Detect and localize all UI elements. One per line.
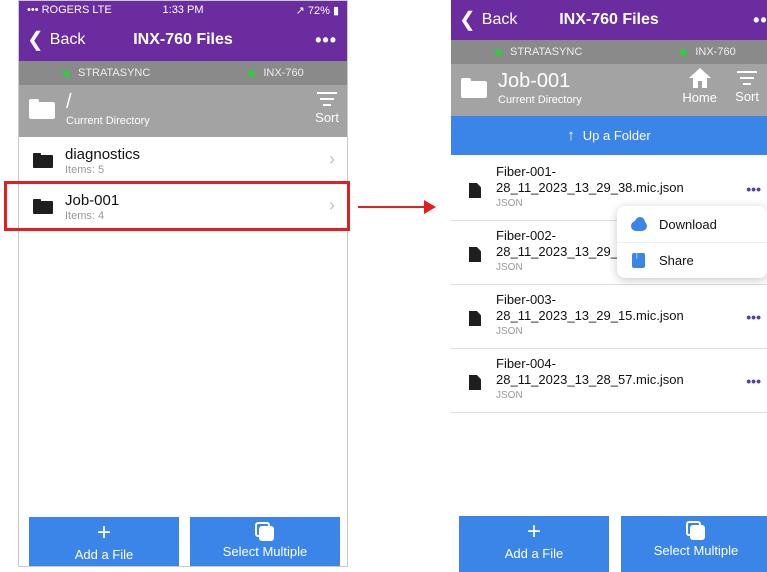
device-name: INX-760	[695, 46, 736, 58]
connected-dot-icon	[680, 48, 688, 56]
device-stratasync: STRATASYNC	[63, 67, 150, 79]
clock-label: 1:33 PM	[162, 4, 204, 16]
more-options-button[interactable]: •••	[753, 10, 767, 31]
sort-button[interactable]: Sort	[735, 70, 759, 104]
file-more-button[interactable]: •••	[746, 181, 761, 197]
select-multiple-label: Select Multiple	[222, 544, 308, 559]
select-multiple-button[interactable]: Select Multiple	[190, 517, 340, 566]
battery-indicator: ↗ 72% ▮	[295, 4, 339, 17]
folder-name: diagnostics	[65, 146, 141, 163]
sort-icon	[737, 70, 758, 86]
device-inx760: INX-760	[680, 46, 736, 58]
up-a-folder-label: Up a Folder	[582, 128, 651, 143]
select-multiple-button[interactable]: Select Multiple	[621, 516, 767, 572]
file-actions-menu: Download Share	[617, 206, 767, 278]
file-icon	[469, 375, 481, 390]
folder-row-diagnostics[interactable]: diagnostics Items: 5 ›	[19, 137, 347, 183]
directory-subtitle: Current Directory	[498, 94, 582, 106]
file-more-button[interactable]: •••	[746, 309, 761, 325]
file-name-line2: 28_11_2023_13_29_15.mic.json	[496, 308, 684, 323]
share-menu-item[interactable]: Share	[617, 242, 767, 278]
up-a-folder-button[interactable]: ↑ Up a Folder	[451, 116, 767, 155]
left-phone-screen: ••• ROGERS LTE 1:33 PM ↗ 72% ▮ ❮ Back IN…	[18, 0, 348, 567]
folder-icon	[29, 99, 55, 119]
share-icon	[632, 247, 645, 268]
file-more-button[interactable]: •••	[746, 373, 761, 389]
file-type: JSON	[496, 326, 523, 337]
select-multiple-label: Select Multiple	[653, 543, 739, 558]
chevron-right-icon: ›	[329, 149, 335, 169]
file-name-line2: 28_11_2023_13_29_38.mic.json	[496, 180, 684, 195]
arrow-up-icon: ↑	[567, 127, 575, 144]
home-button[interactable]: Home	[682, 68, 717, 105]
nav-bar: ❮ Back INX-760 Files •••	[19, 19, 347, 61]
select-multiple-icon	[686, 521, 706, 541]
sort-icon	[317, 91, 338, 107]
back-label: Back	[49, 31, 86, 48]
current-directory-header: Job-001 Current Directory Home Sort	[451, 64, 767, 116]
add-file-label: Add a File	[504, 546, 564, 561]
home-label: Home	[682, 90, 717, 105]
file-row[interactable]: Fiber-003- 28_11_2023_13_29_15.mic.json …	[451, 285, 767, 349]
file-name-line2: 28_11_2023_13_29_	[496, 244, 618, 259]
connected-dot-icon	[495, 48, 502, 56]
sort-label: Sort	[315, 110, 339, 125]
file-type: JSON	[496, 198, 523, 209]
connected-dot-icon	[63, 69, 70, 77]
file-icon	[469, 247, 481, 262]
select-multiple-icon	[255, 522, 275, 542]
right-phone-screen: ❮ Back INX-760 Files ••• STRATASYNC INX-…	[451, 0, 767, 572]
file-name-line2: 28_11_2023_13_28_57.mic.json	[496, 372, 684, 387]
back-label: Back	[481, 11, 518, 28]
carrier-label: ••• ROGERS LTE	[27, 4, 112, 16]
directory-name: Job-001	[498, 70, 571, 92]
file-name-line1: Fiber-003-	[496, 292, 556, 307]
status-bar: ••• ROGERS LTE 1:33 PM ↗ 72% ▮	[19, 1, 347, 19]
screenshot-canvas: ••• ROGERS LTE 1:33 PM ↗ 72% ▮ ❮ Back IN…	[0, 0, 767, 572]
nav-bar: ❮ Back INX-760 Files •••	[451, 0, 767, 40]
arrow-head-icon	[424, 200, 436, 214]
device-status-bar: STRATASYNC INX-760	[451, 40, 767, 64]
device-stratasync: STRATASYNC	[495, 46, 582, 58]
add-file-label: Add a File	[74, 547, 134, 562]
file-icon	[469, 183, 481, 198]
back-button[interactable]: ❮ Back	[451, 10, 517, 30]
back-button[interactable]: ❮ Back	[19, 30, 85, 50]
chevron-left-icon: ❮	[459, 9, 476, 31]
file-row[interactable]: Fiber-004- 28_11_2023_13_28_57.mic.json …	[451, 349, 767, 413]
folder-item-count: Items: 5	[65, 164, 105, 176]
device-inx760: INX-760	[248, 67, 304, 79]
sort-button[interactable]: Sort	[315, 91, 339, 125]
device-name: INX-760	[263, 67, 304, 79]
file-type: JSON	[496, 390, 523, 401]
directory-name: /	[66, 91, 72, 113]
download-label: Download	[659, 216, 717, 232]
file-name-line1: Fiber-002-	[496, 228, 556, 243]
folder-icon	[33, 153, 53, 168]
add-file-button[interactable]: + Add a File	[459, 516, 609, 572]
device-name: STRATASYNC	[510, 46, 583, 58]
plus-icon: +	[526, 518, 541, 545]
annotation-arrow	[358, 206, 426, 208]
device-status-bar: STRATASYNC INX-760	[19, 61, 347, 85]
directory-subtitle: Current Directory	[66, 115, 150, 127]
home-icon	[688, 68, 711, 88]
file-icon	[469, 311, 481, 326]
share-label: Share	[659, 253, 694, 268]
plus-icon: +	[96, 519, 111, 546]
file-name-line1: Fiber-004-	[496, 356, 556, 371]
cloud-download-icon	[629, 217, 649, 231]
file-type: JSON	[496, 262, 523, 273]
file-name-line1: Fiber-001-	[496, 164, 556, 179]
chevron-left-icon: ❮	[27, 29, 44, 51]
device-name: STRATASYNC	[78, 67, 151, 79]
more-options-button[interactable]: •••	[315, 30, 337, 51]
connected-dot-icon	[248, 69, 256, 77]
highlight-box	[4, 181, 350, 231]
sort-label: Sort	[735, 89, 759, 104]
add-file-button[interactable]: + Add a File	[29, 517, 179, 566]
folder-icon	[461, 78, 487, 98]
download-menu-item[interactable]: Download	[617, 206, 767, 242]
current-directory-header: / Current Directory Sort	[19, 85, 347, 137]
